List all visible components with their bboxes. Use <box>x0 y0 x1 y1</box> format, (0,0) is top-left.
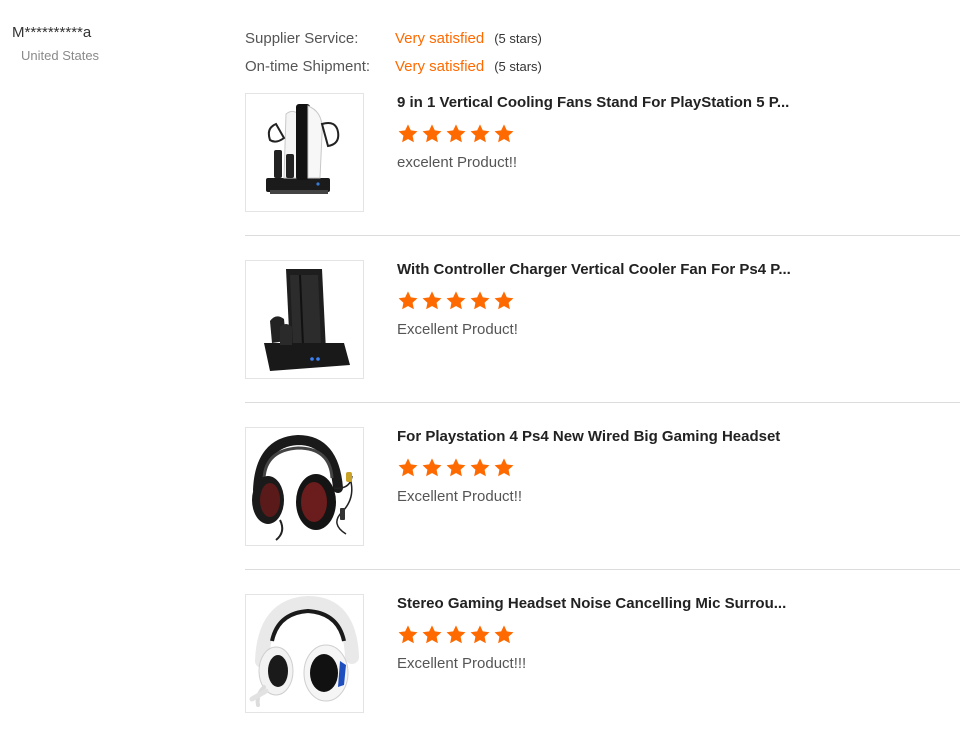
review-content: For Playstation 4 Ps4 New Wired Big Gami… <box>397 427 957 506</box>
star-rating <box>397 290 957 312</box>
star-icon <box>470 291 490 310</box>
white-blue-headset-image[interactable] <box>245 594 364 713</box>
rating-value: Very satisfied <box>395 29 485 47</box>
review-comment: Excellent Product!!! <box>397 655 527 672</box>
buyer-name: M**********a <box>12 24 92 41</box>
rating-label: Supplier Service: <box>245 29 359 47</box>
rating-label: On-time Shipment: <box>245 57 371 75</box>
star-icon <box>398 625 418 644</box>
review-item: For Playstation 4 Ps4 New Wired Big Gami… <box>245 427 960 594</box>
product-title[interactable]: With Controller Charger Vertical Cooler … <box>397 261 797 279</box>
star-rating <box>397 457 957 479</box>
ps5-cooling-stand-image[interactable] <box>245 93 364 212</box>
rating-stars-text: (5 stars) <box>494 58 542 74</box>
review-content: Stereo Gaming Headset Noise Cancelling M… <box>397 594 957 673</box>
review-content: With Controller Charger Vertical Cooler … <box>397 260 957 339</box>
star-icon <box>422 625 442 644</box>
rating-stars-text: (5 stars) <box>494 30 542 46</box>
review-comment: Excellent Product!! <box>397 488 523 505</box>
star-icon <box>446 124 466 143</box>
review-content: 9 in 1 Vertical Cooling Fans Stand For P… <box>397 93 957 172</box>
buyer-info: M**********a United States <box>12 24 99 64</box>
supplier-ratings: Supplier Service: Very satisfied (5 star… <box>245 24 542 80</box>
star-icon <box>494 124 514 143</box>
star-icon <box>494 625 514 644</box>
star-icon <box>422 458 442 477</box>
star-icon <box>494 458 514 477</box>
review-item: With Controller Charger Vertical Cooler … <box>245 260 960 427</box>
star-icon <box>398 291 418 310</box>
product-title[interactable]: Stereo Gaming Headset Noise Cancelling M… <box>397 595 797 613</box>
product-title[interactable]: For Playstation 4 Ps4 New Wired Big Gami… <box>397 428 797 446</box>
divider <box>245 235 960 236</box>
rating-row-supplier-service: Supplier Service: Very satisfied (5 star… <box>245 24 542 52</box>
divider <box>245 402 960 403</box>
review-item: Stereo Gaming Headset Noise Cancelling M… <box>245 594 960 732</box>
star-icon <box>494 291 514 310</box>
star-icon <box>446 291 466 310</box>
black-red-headset-image[interactable] <box>245 427 364 546</box>
star-icon <box>470 625 490 644</box>
star-icon <box>422 124 442 143</box>
star-icon <box>398 124 418 143</box>
star-icon <box>398 458 418 477</box>
rating-value: Very satisfied <box>395 57 485 75</box>
divider <box>245 569 960 570</box>
product-title[interactable]: 9 in 1 Vertical Cooling Fans Stand For P… <box>397 94 797 112</box>
review-item: 9 in 1 Vertical Cooling Fans Stand For P… <box>245 93 960 260</box>
star-rating <box>397 624 957 646</box>
star-icon <box>470 124 490 143</box>
buyer-country: United States <box>21 48 100 63</box>
star-icon <box>446 625 466 644</box>
star-icon <box>446 458 466 477</box>
ps4-cooling-stand-image[interactable] <box>245 260 364 379</box>
review-list: 9 in 1 Vertical Cooling Fans Stand For P… <box>245 93 960 732</box>
rating-row-on-time-shipment: On-time Shipment: Very satisfied (5 star… <box>245 52 542 80</box>
star-icon <box>422 291 442 310</box>
star-icon <box>470 458 490 477</box>
review-comment: Excellent Product! <box>397 321 518 338</box>
star-rating <box>397 123 957 145</box>
review-page: M**********a United States Supplier Serv… <box>0 0 960 732</box>
review-comment: excelent Product!! <box>397 154 518 171</box>
